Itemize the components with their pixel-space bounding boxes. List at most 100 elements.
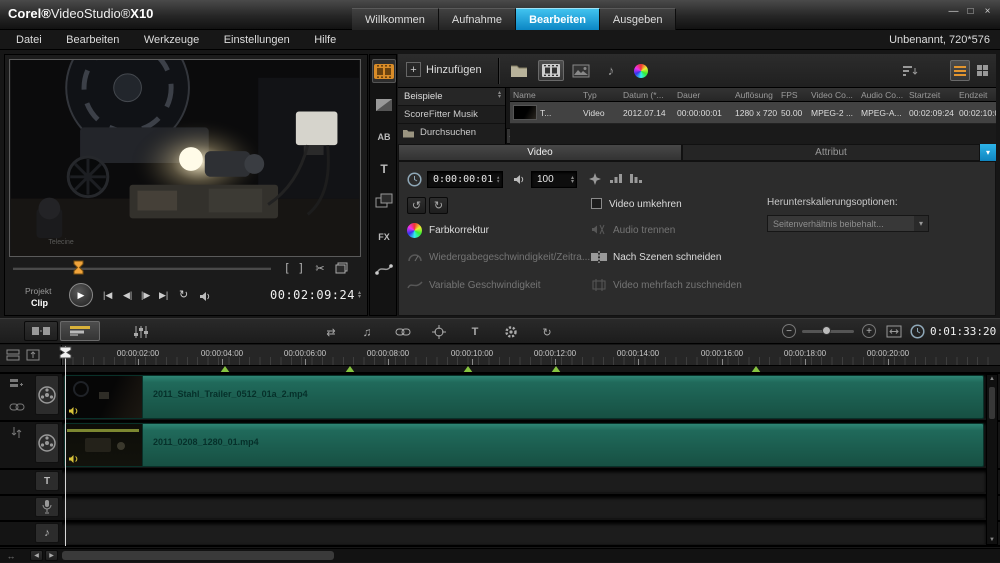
- scroll-down-button[interactable]: ▼: [989, 537, 995, 543]
- preview-timecode-value[interactable]: 00:02:09:24: [270, 288, 355, 302]
- chain-link-button[interactable]: [390, 322, 416, 342]
- vscroll-thumb[interactable]: [989, 387, 995, 419]
- split-by-scene-icon[interactable]: [591, 251, 607, 263]
- scroll-right-button[interactable]: ▶: [45, 550, 58, 561]
- nav-transition-button[interactable]: AB: [372, 125, 396, 149]
- mark-out-button[interactable]: ]: [295, 261, 307, 275]
- project-duration-timecode[interactable]: 0:01:33:20: [930, 325, 996, 338]
- list-view-button[interactable]: [950, 60, 970, 81]
- repeat-button[interactable]: ↻: [179, 288, 188, 301]
- color-correction-label[interactable]: Farbkorrektur: [429, 225, 489, 236]
- multi-trim-icon[interactable]: [591, 279, 607, 291]
- clip-mode-label[interactable]: Clip: [31, 298, 48, 308]
- rotate-right-button[interactable]: ↻: [429, 197, 448, 214]
- reverse-video-label[interactable]: Video umkehren: [609, 199, 682, 210]
- add-folder-button[interactable]: + Hinzufügen: [406, 62, 482, 77]
- scrubber-playhead[interactable]: [73, 260, 84, 275]
- track-vscrollbar[interactable]: ▲ ▼: [986, 374, 998, 545]
- link-tracks-icon[interactable]: [9, 402, 25, 412]
- play-button[interactable]: ▶: [69, 283, 93, 307]
- col-video-codec[interactable]: Video Co...: [808, 88, 858, 101]
- nav-graphic-button[interactable]: [372, 189, 396, 213]
- filter-photo-button[interactable]: [568, 60, 594, 81]
- prev-frame-button[interactable]: ◀|: [123, 290, 132, 301]
- tab-aufnahme[interactable]: Aufnahme: [438, 8, 517, 30]
- timeline-hscrollbar[interactable]: ↔ ◀ ▶: [0, 548, 1000, 562]
- timeline-clip-overlay[interactable]: 2011_0208_1280_01.mp4: [64, 423, 984, 467]
- volume-spinner[interactable]: ▴ ▾: [571, 175, 574, 185]
- voice-track-lane[interactable]: [62, 496, 986, 518]
- overlay-track-button[interactable]: [35, 423, 59, 463]
- enlarge-preview-button[interactable]: [335, 262, 348, 274]
- timeline-ruler[interactable]: 00:00:02:00 00:00:04:00 00:00:06:00 00:0…: [0, 345, 1000, 366]
- fit-project-button[interactable]: [884, 323, 904, 340]
- music-track-button[interactable]: ♪: [35, 523, 59, 543]
- music-track-lane[interactable]: [62, 522, 986, 544]
- playback-speed-label[interactable]: Wiedergabegeschwindigkeit/Zeitra...: [429, 252, 590, 263]
- split-by-scene-label[interactable]: Nach Szenen schneiden: [613, 252, 721, 263]
- nav-filter-button[interactable]: FX: [372, 225, 396, 249]
- reverse-video-checkbox[interactable]: [591, 198, 602, 209]
- minimize-button[interactable]: —: [945, 4, 962, 19]
- track-manager-icon[interactable]: [9, 378, 23, 390]
- media-row[interactable]: T... Video 2012.07.14 00:00:00:01 1280 x…: [510, 102, 996, 124]
- zoom-out-button[interactable]: −: [782, 324, 796, 338]
- filter-video-button[interactable]: [538, 60, 564, 81]
- zoom-in-button[interactable]: +: [862, 324, 876, 338]
- col-endzeit[interactable]: Endzeit: [956, 88, 996, 101]
- playhead-marker[interactable]: [59, 346, 72, 359]
- go-end-button[interactable]: ▶|: [159, 290, 168, 301]
- timecode-spinner[interactable]: ▴ ▾: [358, 290, 361, 300]
- track-settings-button[interactable]: [498, 322, 524, 342]
- thumbnail-view-button[interactable]: [972, 60, 992, 81]
- video-track-button[interactable]: [35, 375, 59, 415]
- subtitle-editor-button[interactable]: T: [462, 322, 488, 342]
- split-audio-icon[interactable]: [591, 224, 605, 235]
- split-clip-button[interactable]: ✂: [313, 261, 327, 275]
- col-fps[interactable]: FPS: [778, 88, 808, 101]
- variable-speed-icon[interactable]: [407, 279, 423, 291]
- maximize-button[interactable]: □: [962, 4, 979, 19]
- col-audio-codec[interactable]: Audio Co...: [858, 88, 906, 101]
- duration-spinner[interactable]: ▴ ▾: [496, 174, 500, 184]
- split-audio-label[interactable]: Audio trennen: [613, 225, 675, 236]
- auto-music-button[interactable]: ♫: [354, 322, 380, 342]
- scrubber-track[interactable]: [13, 267, 271, 270]
- voice-track-button[interactable]: [35, 497, 59, 517]
- scroll-up-button[interactable]: ▲: [989, 376, 995, 382]
- tree-scroll-arrows[interactable]: ▴ ▾: [498, 90, 501, 100]
- volume-icon[interactable]: [199, 291, 212, 302]
- panel-expand-button[interactable]: ▾: [980, 144, 996, 161]
- storyboard-view-button[interactable]: [24, 321, 58, 341]
- menu-datei[interactable]: Datei: [6, 30, 52, 50]
- tab-attribut[interactable]: Attribut: [682, 144, 980, 161]
- tab-bearbeiten[interactable]: Bearbeiten: [516, 8, 600, 30]
- motion-tracking-button[interactable]: [426, 322, 452, 342]
- next-frame-button[interactable]: |▶: [141, 290, 150, 301]
- multi-trim-label[interactable]: Video mehrfach zuschneiden: [613, 280, 742, 291]
- timeline-view-button[interactable]: [60, 321, 100, 341]
- fade-in-icon[interactable]: [609, 173, 623, 184]
- menu-werkzeuge[interactable]: Werkzeuge: [134, 30, 209, 50]
- tab-video[interactable]: Video: [398, 144, 682, 161]
- col-typ[interactable]: Typ: [580, 88, 620, 101]
- col-aufloesung[interactable]: Auflösung: [732, 88, 778, 101]
- menu-hilfe[interactable]: Hilfe: [304, 30, 346, 50]
- col-dauer[interactable]: Dauer: [674, 88, 732, 101]
- nav-title-button[interactable]: T: [372, 157, 396, 181]
- import-folder-icon[interactable]: [510, 63, 528, 78]
- col-startzeit[interactable]: Startzeit: [906, 88, 956, 101]
- col-datum[interactable]: Datum (*...: [620, 88, 674, 101]
- tree-item-scorefitter[interactable]: ScoreFitter Musik: [398, 106, 505, 124]
- mute-star-icon[interactable]: [589, 173, 601, 185]
- tab-willkommen[interactable]: Willkommen: [352, 8, 439, 30]
- show-all-tracks-icon[interactable]: [6, 349, 20, 361]
- title-track-button[interactable]: T: [35, 471, 59, 491]
- scroll-left-button[interactable]: ◀: [30, 550, 43, 561]
- volume-field[interactable]: 100 ▴ ▾: [531, 171, 577, 188]
- color-correction-icon[interactable]: [407, 223, 422, 238]
- title-track-lane[interactable]: [62, 470, 986, 492]
- tree-item-beispiele[interactable]: Beispiele ▴ ▾: [398, 88, 505, 106]
- filter-audio-button[interactable]: ♪: [598, 60, 624, 81]
- menu-einstellungen[interactable]: Einstellungen: [214, 30, 300, 50]
